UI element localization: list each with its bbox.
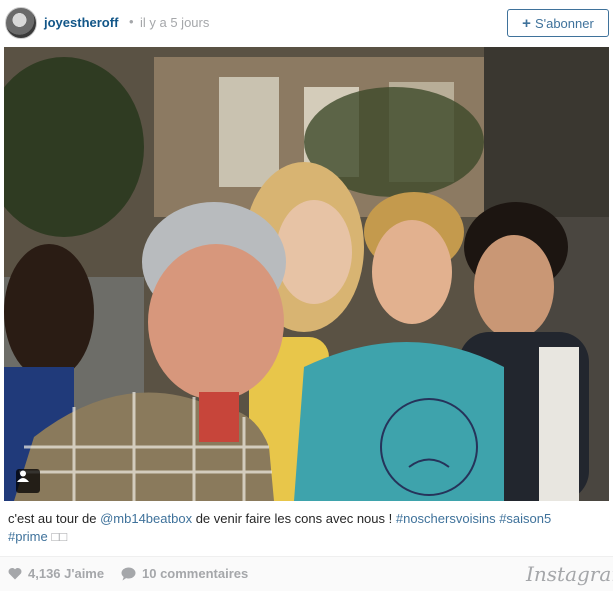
caption-text-1: c'est au tour de xyxy=(8,511,101,526)
hashtag-link-prime[interactable]: #prime xyxy=(8,529,48,544)
heart-icon xyxy=(8,568,22,580)
post-caption: c'est au tour de @mb14beatbox de venir f… xyxy=(8,510,598,546)
likes-count[interactable]: 4,136 J'aime xyxy=(8,566,104,581)
separator-dot: • xyxy=(129,14,134,29)
caption-text-2: de venir faire les cons avec nous ! xyxy=(192,511,396,526)
username-link[interactable]: joyestheroff xyxy=(44,15,118,30)
speech-bubble-icon xyxy=(121,567,136,580)
hashtag-link-saison5[interactable]: #saison5 xyxy=(499,511,551,526)
comments-label: 10 commentaires xyxy=(142,566,249,581)
post-header: joyestheroff • il y a 5 jours + S'abonne… xyxy=(0,0,613,46)
instagram-embed-card: joyestheroff • il y a 5 jours + S'abonne… xyxy=(0,0,613,591)
caption-emoji: □□ xyxy=(51,529,68,544)
comments-count[interactable]: 10 commentaires xyxy=(121,566,248,581)
follow-label: S'abonner xyxy=(534,15,594,31)
photo-illustration xyxy=(4,47,609,501)
user-tag-icon xyxy=(17,470,29,482)
user-tag-button[interactable] xyxy=(16,469,40,493)
avatar[interactable] xyxy=(5,7,37,39)
likes-label: 4,136 J'aime xyxy=(28,566,105,581)
post-photo[interactable] xyxy=(4,47,609,501)
plus-icon: + xyxy=(522,14,531,32)
post-timestamp[interactable]: il y a 5 jours xyxy=(140,15,209,30)
follow-button[interactable]: + S'abonner xyxy=(507,9,609,37)
hashtag-link-noschersvoisins[interactable]: #noschersvoisins xyxy=(396,511,496,526)
post-footer: 4,136 J'aime 10 commentaires Instagram xyxy=(0,556,613,591)
instagram-logo[interactable]: Instagram xyxy=(526,562,613,586)
mention-link[interactable]: @mb14beatbox xyxy=(100,511,192,526)
